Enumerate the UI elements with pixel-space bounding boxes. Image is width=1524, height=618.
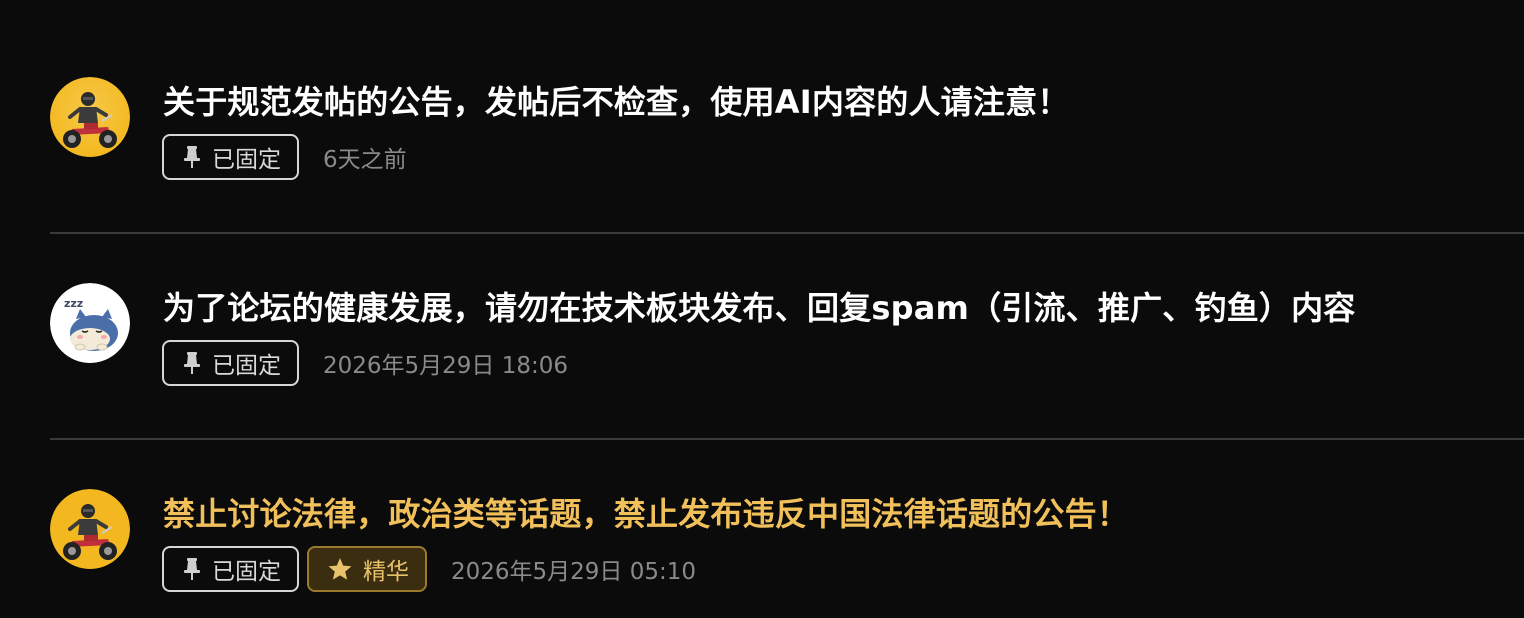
pin-icon [182, 351, 202, 375]
pin-icon [182, 145, 202, 169]
topic-time: 2026年5月29日 05:10 [451, 559, 697, 585]
pinned-label: 已固定 [212, 147, 281, 173]
topic-time: 2026年5月29日 18:06 [323, 353, 569, 379]
topic-item[interactable]: 关于规范发帖的公告，发帖后不检查，使用AI内容的人请注意！ 已固定 6天之前 [0, 0, 1524, 206]
pinned-badge[interactable]: 已固定 [162, 546, 299, 592]
pinned-label: 已固定 [212, 353, 281, 379]
featured-badge[interactable]: 精华 [307, 546, 427, 592]
pinned-badge[interactable]: 已固定 [162, 134, 299, 180]
pinned-label: 已固定 [212, 559, 281, 585]
topic-meta: 已固定 精华 2026年5月29日 05:10 [162, 546, 696, 592]
motorcycle-rider-icon [50, 489, 130, 569]
motorcycle-rider-icon [50, 77, 130, 157]
topic-item[interactable]: zzz 为了论坛的健康发展，请勿在技术板块发布、回复spam（引流、推广、钓鱼）… [0, 206, 1524, 412]
topic-meta: 已固定 6天之前 [162, 134, 407, 180]
sleeping-cat-icon: zzz [50, 283, 130, 363]
avatar[interactable] [50, 77, 130, 157]
avatar[interactable] [50, 489, 130, 569]
topic-time: 6天之前 [323, 147, 407, 173]
featured-label: 精华 [363, 559, 409, 585]
topic-meta: 已固定 2026年5月29日 18:06 [162, 340, 568, 386]
pinned-topic-list: 关于规范发帖的公告，发帖后不检查，使用AI内容的人请注意！ 已固定 6天之前 z… [0, 0, 1524, 618]
topic-title[interactable]: 为了论坛的健康发展，请勿在技术板块发布、回复spam（引流、推广、钓鱼）内容 [163, 286, 1356, 330]
topic-title[interactable]: 关于规范发帖的公告，发帖后不检查，使用AI内容的人请注意！ [163, 80, 1069, 124]
pin-icon [182, 557, 202, 581]
pinned-badge[interactable]: 已固定 [162, 340, 299, 386]
topic-title[interactable]: 禁止讨论法律，政治类等话题，禁止发布违反中国法律话题的公告！ [163, 492, 1129, 536]
svg-text:zzz: zzz [64, 297, 83, 310]
avatar[interactable]: zzz [50, 283, 130, 363]
topic-item[interactable]: 禁止讨论法律，政治类等话题，禁止发布违反中国法律话题的公告！ 已固定 精华 20… [0, 412, 1524, 618]
star-icon [327, 557, 353, 581]
